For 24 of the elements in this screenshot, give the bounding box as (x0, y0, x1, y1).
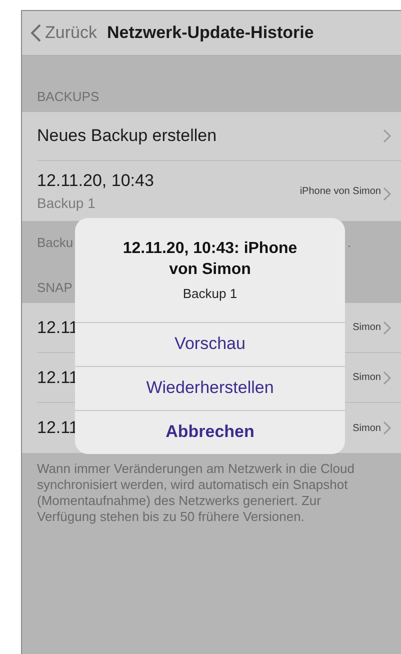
alert-message: Backup 1 (182, 285, 238, 303)
row-detail: Simon (352, 321, 381, 335)
section-footer: Backu (37, 233, 74, 253)
back-chevron-icon (31, 24, 41, 42)
alert-title: 12.11.20, 10:43: iPhone von Simon (122, 239, 298, 280)
chevron-icon (383, 320, 391, 334)
row-detail: Simon (352, 371, 381, 385)
section-footer-text: Wann immer Veränderungen am Netzwerk in die Cloud synchronisiert werden, wird automatisch ein Snapshot (Momentaufnahme) des Netzwerks generiert. Zur Verfügung stehen bis zu 50 frühere Versionen. (36, 460, 356, 525)
chevron-icon (383, 370, 391, 384)
row-subtitle: Backup 1 (37, 194, 96, 214)
chevron-icon (383, 129, 391, 143)
chevron-icon (383, 187, 391, 201)
section-header: SNAP (37, 278, 72, 296)
row-detail: iPhone von Simon (300, 184, 381, 198)
section-footer: . (347, 233, 351, 253)
row-detail: Simon (352, 422, 381, 436)
section-header: BACKUPS (37, 88, 100, 106)
row-title[interactable]: Neues Backup erstellen (37, 123, 383, 149)
alert-button[interactable]: Wiederherstellen (75, 366, 345, 410)
nav-title: Netzwerk-Update-Historie (106, 22, 314, 44)
chevron-icon (383, 421, 391, 435)
row-title[interactable]: 12.11.20, 10:43 (37, 168, 300, 194)
alert-button[interactable]: Vorschau (75, 322, 345, 366)
alert-button[interactable]: Abbrechen (75, 410, 345, 454)
